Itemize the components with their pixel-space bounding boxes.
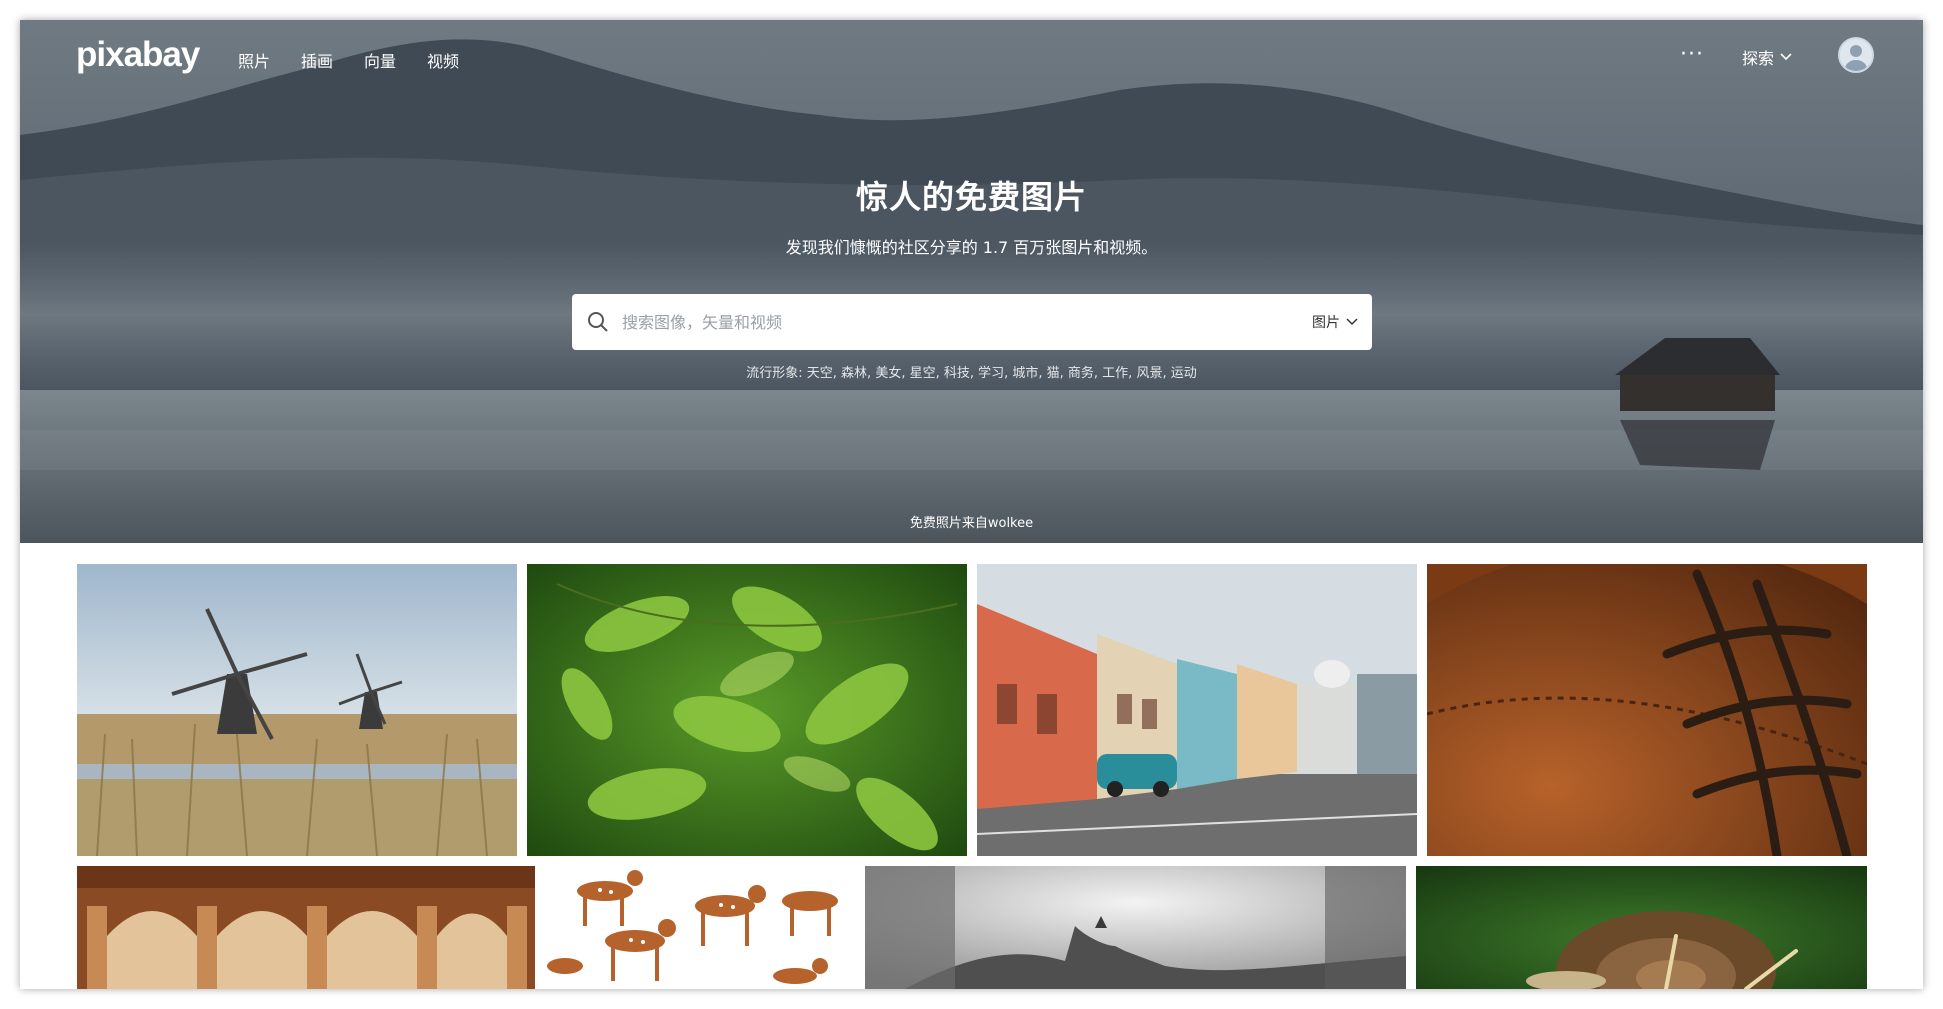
browser-page: pixabay 照片 插画 向量 视频 ··· 探索 惊人的免费图片 发现我们慷… bbox=[20, 20, 1923, 989]
image-havana-street[interactable] bbox=[977, 564, 1417, 856]
search-bar: 图片 bbox=[572, 294, 1372, 350]
chevron-down-icon bbox=[1780, 53, 1792, 61]
hero-background-image bbox=[20, 20, 1923, 543]
image-palace-arches[interactable] bbox=[77, 866, 535, 989]
user-avatar-icon[interactable] bbox=[1838, 37, 1874, 73]
top-navigation: pixabay 照片 插画 向量 视频 ··· 探索 bbox=[20, 20, 1923, 95]
search-icon[interactable] bbox=[586, 310, 610, 334]
hero-subtitle: 发现我们慷慨的社区分享的 1.7 百万张图片和视频。 bbox=[785, 238, 1158, 257]
hero-title: 惊人的免费图片 bbox=[855, 178, 1087, 216]
more-icon[interactable]: ··· bbox=[1680, 42, 1704, 67]
nav-illustrations[interactable]: 插画 bbox=[301, 48, 333, 72]
image-leather-ball[interactable] bbox=[1427, 564, 1867, 856]
image-snail[interactable] bbox=[1416, 866, 1867, 989]
hero-banner: pixabay 照片 插画 向量 视频 ··· 探索 惊人的免费图片 发现我们慷… bbox=[20, 20, 1923, 543]
chevron-down-icon bbox=[1346, 318, 1358, 326]
search-input[interactable] bbox=[622, 294, 1282, 350]
boathouse-silhouette bbox=[1615, 338, 1780, 470]
trending-searches[interactable]: 流行形象: 天空, 森林, 美女, 星空, 科技, 学习, 城市, 猫, 商务,… bbox=[20, 362, 1923, 381]
explore-menu[interactable]: 探索 bbox=[1742, 45, 1792, 69]
nav-videos[interactable]: 视频 bbox=[427, 48, 459, 72]
image-green-leaves[interactable] bbox=[527, 564, 967, 856]
pixabay-logo[interactable]: pixabay bbox=[76, 35, 200, 75]
photo-credit[interactable]: 免费照片来自wolkee bbox=[20, 512, 1923, 531]
image-misty-rock[interactable] bbox=[865, 866, 1406, 989]
nav-vectors[interactable]: 向量 bbox=[364, 48, 396, 72]
search-type-label: 图片 bbox=[1312, 315, 1340, 331]
nav-photos[interactable]: 照片 bbox=[238, 48, 270, 72]
explore-label: 探索 bbox=[1742, 49, 1775, 68]
image-deer-pattern[interactable] bbox=[545, 866, 855, 989]
search-type-dropdown[interactable]: 图片 bbox=[1312, 312, 1358, 332]
main-nav: 照片 插画 向量 视频 bbox=[238, 48, 490, 72]
image-windmills[interactable] bbox=[77, 564, 517, 856]
